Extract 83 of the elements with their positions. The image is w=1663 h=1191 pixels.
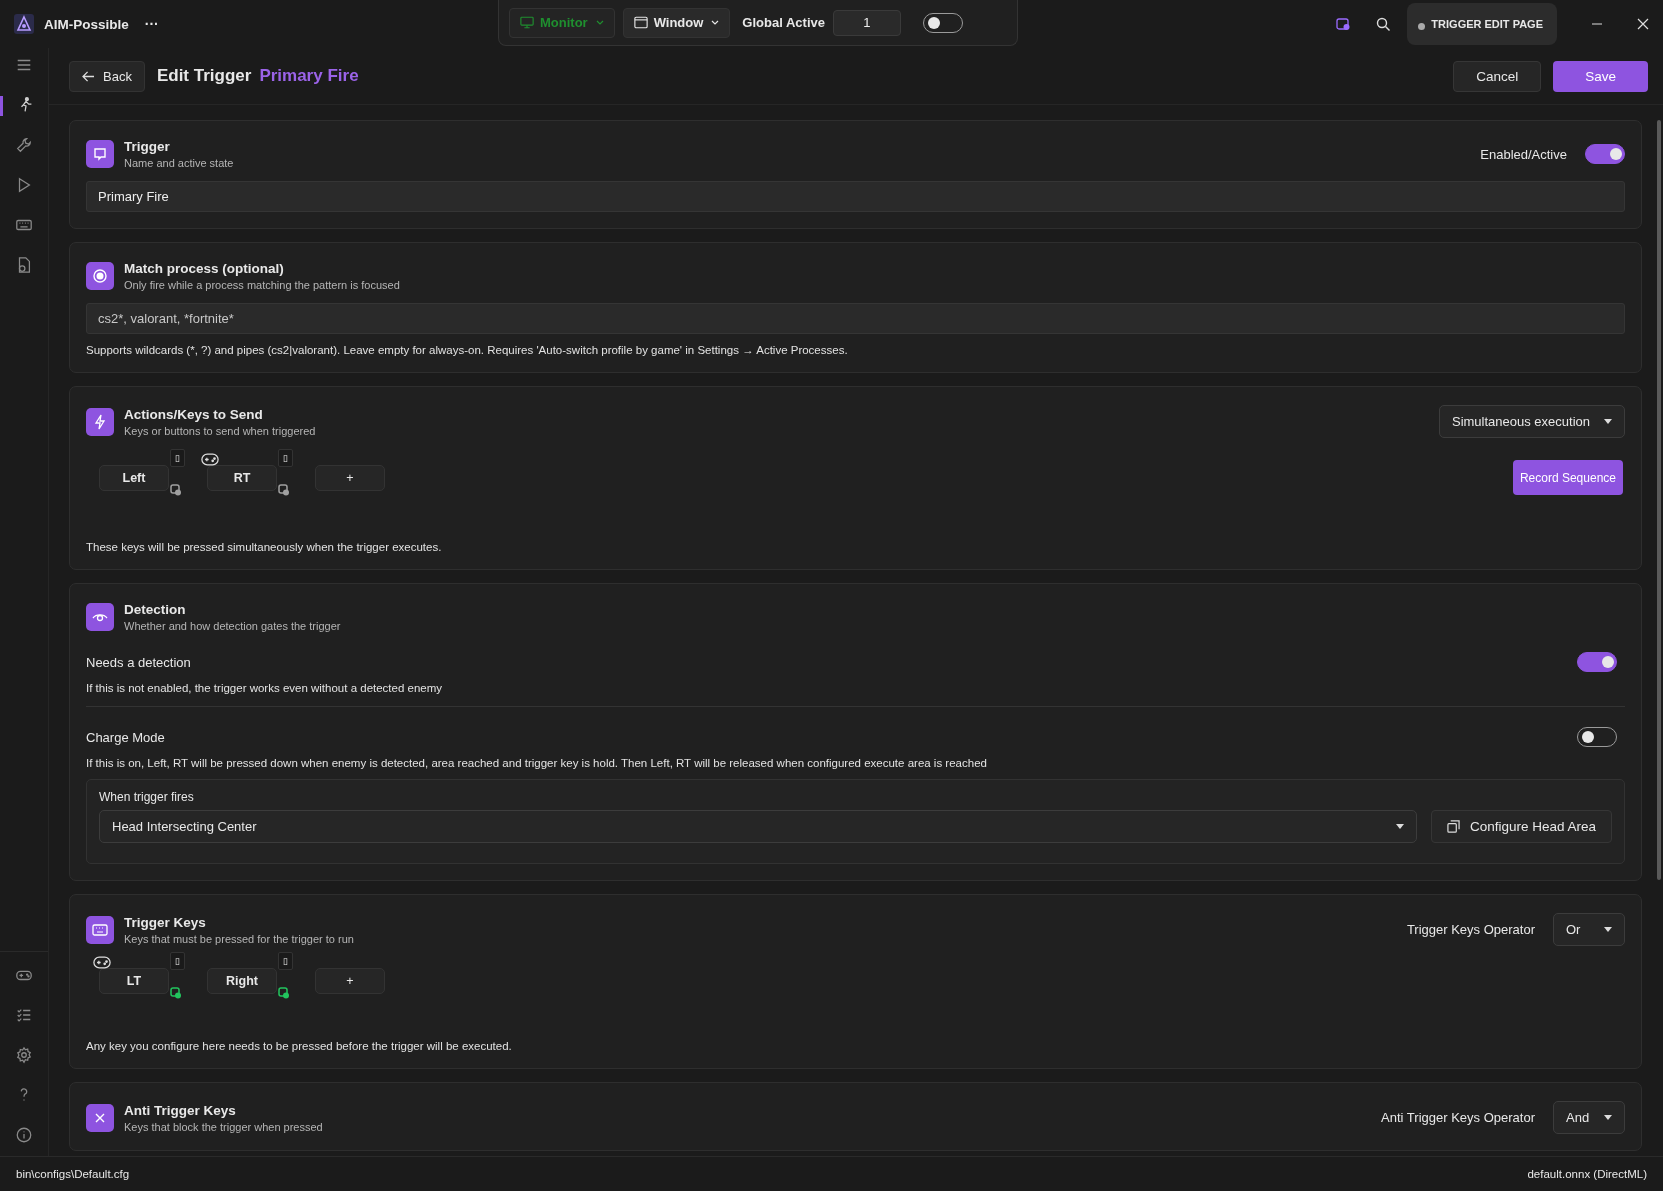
key-badge[interactable]: ▯ (170, 952, 185, 970)
app-logo-icon (14, 14, 34, 34)
window-dropdown[interactable]: Window (622, 7, 731, 38)
key-badge[interactable]: ▯ (170, 448, 185, 467)
toggle-switch[interactable] (1577, 652, 1617, 672)
help-text: Any key you configure here needs to be pressed before the trigger will be executed. (86, 1040, 513, 1052)
field-label: When trigger fires (99, 790, 195, 804)
caret-icon (1604, 927, 1612, 932)
cancel-button[interactable]: Cancel (1453, 60, 1542, 92)
caret-icon (1604, 419, 1612, 424)
key-chip[interactable]: Right (207, 968, 277, 994)
keyboard-icon (86, 915, 114, 944)
help-text: Supports wildcards (*, ?) and pipes (cs2|valorant). Leave empty for always-on. Requires 'Auto-switch profile by game' in Settings → Active Processes. (86, 344, 849, 356)
section-subtitle: Keys that must be pressed for the trigger to run (124, 932, 354, 945)
section-subtitle: Name and active state (124, 157, 234, 169)
page-title: Edit Trigger (156, 66, 252, 86)
info-icon[interactable] (15, 1126, 33, 1144)
add-key-button[interactable]: + (315, 464, 385, 491)
enabled-label: Enabled/Active (1480, 146, 1567, 162)
toggle-switch[interactable] (1585, 144, 1625, 164)
setting-description: If this is on, Left, RT will be pressed down when enemy is detected, area reached and trigger key is hold. Then Left, RT will be released when configured execute area is reached (86, 757, 988, 769)
section-title: Detection (124, 602, 187, 617)
operator-label: Trigger Keys Operator (1406, 922, 1535, 937)
global-active-label: Global Active (742, 15, 825, 30)
record-icon[interactable] (1335, 16, 1352, 32)
global-active-field[interactable]: 1 (832, 9, 901, 36)
section-title: Trigger (124, 139, 171, 154)
copy-icon (1446, 820, 1460, 833)
key-chip[interactable]: LT (99, 968, 169, 994)
chevron-icon (595, 20, 604, 25)
setting-label: Charge Mode (86, 729, 165, 745)
operator-dropdown[interactable]: And (1553, 1101, 1625, 1134)
caret-icon (1604, 1115, 1612, 1120)
section-title: Anti Trigger Keys (124, 1102, 237, 1118)
window-icon (633, 16, 648, 29)
operator-dropdown[interactable]: Or (1553, 913, 1625, 946)
close-icon (86, 1103, 114, 1132)
caret-icon (1395, 824, 1404, 829)
eye-icon (86, 603, 114, 631)
section-title: Trigger Keys (124, 914, 207, 930)
app-name: AIM-Possible (44, 16, 129, 32)
section-title: Actions/Keys to Send (124, 406, 264, 422)
setting-description: If this is not enabled, the trigger works even without a detected enemy (86, 682, 444, 694)
chat-icon (86, 140, 114, 168)
page-badge: TRIGGER EDIT PAGE (1407, 3, 1557, 45)
help-text: These keys will be pressed simultaneously when the trigger executes. (86, 541, 443, 553)
settings-icon[interactable] (15, 1046, 33, 1064)
more-button[interactable]: ··· (138, 16, 165, 32)
config-path: bin\configs\Default.cfg (16, 1168, 130, 1180)
key-badge[interactable]: ▯ (278, 952, 293, 970)
key-chip[interactable]: Left (99, 464, 169, 491)
target-icon (86, 262, 114, 290)
name-field[interactable]: Primary Fire (86, 181, 1625, 212)
section-subtitle: Keys that block the trigger when pressed (124, 1120, 323, 1133)
back-button[interactable]: Back (69, 60, 145, 92)
add-key-button[interactable]: + (315, 968, 385, 994)
save-button[interactable]: Save (1553, 60, 1648, 92)
key-badge[interactable]: ▯ (278, 448, 293, 467)
close-icon[interactable] (1637, 18, 1649, 30)
lightning-icon (86, 407, 114, 436)
monitor-icon (520, 16, 534, 29)
gamepad-icon (93, 956, 111, 969)
record-sequence-button[interactable]: Record Sequence (1512, 460, 1623, 495)
checklist-icon[interactable] (15, 1006, 33, 1024)
back-arrow-icon (82, 70, 95, 82)
scrollbar-thumb[interactable] (1657, 120, 1661, 880)
key-chip[interactable]: RT (207, 464, 277, 491)
operator-label: Anti Trigger Keys Operator (1381, 1110, 1535, 1125)
model-name: default.onnx (DirectML) (1527, 1168, 1647, 1180)
chevron-icon (711, 20, 720, 25)
process-pattern-field[interactable]: cs2*, valorant, *fortnite* (86, 303, 1625, 334)
execution-mode-dropdown[interactable]: Simultaneous execution (1438, 405, 1625, 438)
configure-head-area-button[interactable]: Configure Head Area (1430, 810, 1612, 843)
section-title: Match process (optional) (124, 261, 285, 276)
section-subtitle: Only fire while a process matching the pattern is focused (124, 279, 400, 291)
setting-label: Needs a detection (86, 654, 191, 670)
fire-condition-dropdown[interactable]: Head Intersecting Center (99, 810, 1417, 843)
trigger-name-heading: Primary Fire (259, 66, 359, 86)
section-subtitle: Keys or buttons to send when triggered (124, 424, 316, 437)
wrench-icon[interactable] (15, 136, 33, 154)
search-icon[interactable] (1375, 16, 1392, 32)
section-subtitle: Whether and how detection gates the trigger (124, 620, 341, 632)
gamepad-icon (201, 452, 219, 466)
